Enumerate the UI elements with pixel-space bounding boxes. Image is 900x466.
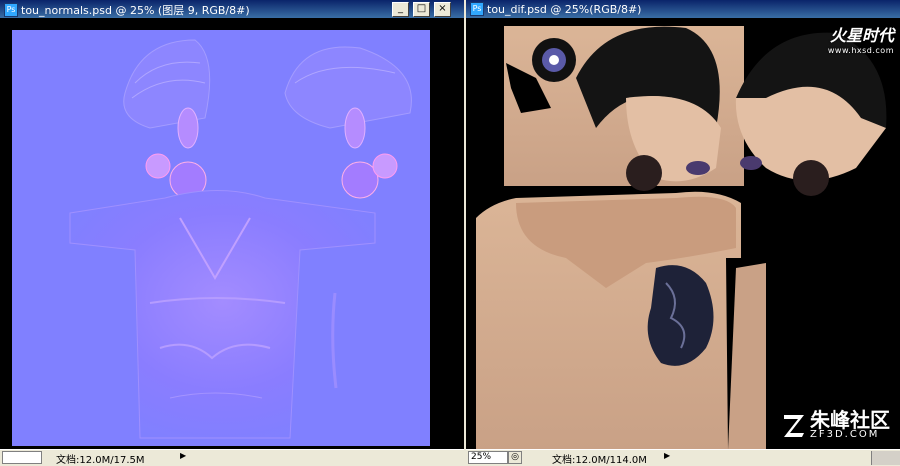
horizontal-scrollbar[interactable] <box>871 451 900 465</box>
navigator-icon[interactable]: ◎ <box>508 451 522 464</box>
zf3d-en-text: ZF3D.COM <box>810 429 880 440</box>
right-status-menu-arrow-icon[interactable]: ▶ <box>664 451 670 460</box>
right-window-title: tou_dif.psd @ 25%(RGB/8#) <box>487 2 642 16</box>
left-canvas[interactable] <box>0 18 464 450</box>
normal-map-texture <box>12 30 430 446</box>
left-status-menu-arrow-icon[interactable]: ▶ <box>180 451 186 460</box>
left-window-titlebar[interactable]: Ps tou_normals.psd @ 25% (图层 9, RGB/8#) … <box>0 0 464 18</box>
photoshop-doc-icon: Ps <box>4 3 18 17</box>
left-status-bar: 文档:12.0M/17.5M ▶ <box>0 449 464 466</box>
right-document-window[interactable]: Ps tou_dif.psd @ 25%(RGB/8#) 火星时代 www.hx… <box>466 0 900 466</box>
left-window-title: tou_normals.psd @ 25% (图层 9, RGB/8#) <box>21 4 250 17</box>
hxsd-brand-text: 火星时代 <box>829 26 894 45</box>
right-window-titlebar[interactable]: Ps tou_dif.psd @ 25%(RGB/8#) <box>466 0 900 18</box>
right-status-bar: 25% ◎ 文档:12.0M/114.0M ▶ <box>466 449 900 466</box>
right-zoom-field[interactable]: 25% <box>468 451 508 464</box>
hxsd-watermark: 火星时代 www.hxsd.com <box>828 22 894 55</box>
right-canvas[interactable]: 火星时代 www.hxsd.com 朱峰社区 ZF3D.COM <box>466 18 900 450</box>
left-document-window[interactable]: Ps tou_normals.psd @ 25% (图层 9, RGB/8#) … <box>0 0 464 466</box>
hxsd-url-text: www.hxsd.com <box>827 46 894 55</box>
diffuse-texture <box>466 18 900 450</box>
left-zoom-field[interactable] <box>2 451 42 464</box>
zf3d-logo-icon <box>784 415 804 437</box>
photoshop-doc-icon: Ps <box>470 2 484 16</box>
maximize-button[interactable]: □ <box>413 2 430 17</box>
close-button[interactable]: × <box>434 2 451 17</box>
minimize-button[interactable]: _ <box>392 2 409 17</box>
zf3d-watermark: 朱峰社区 ZF3D.COM <box>782 410 890 440</box>
zf3d-cn-text: 朱峰社区 <box>810 408 890 432</box>
